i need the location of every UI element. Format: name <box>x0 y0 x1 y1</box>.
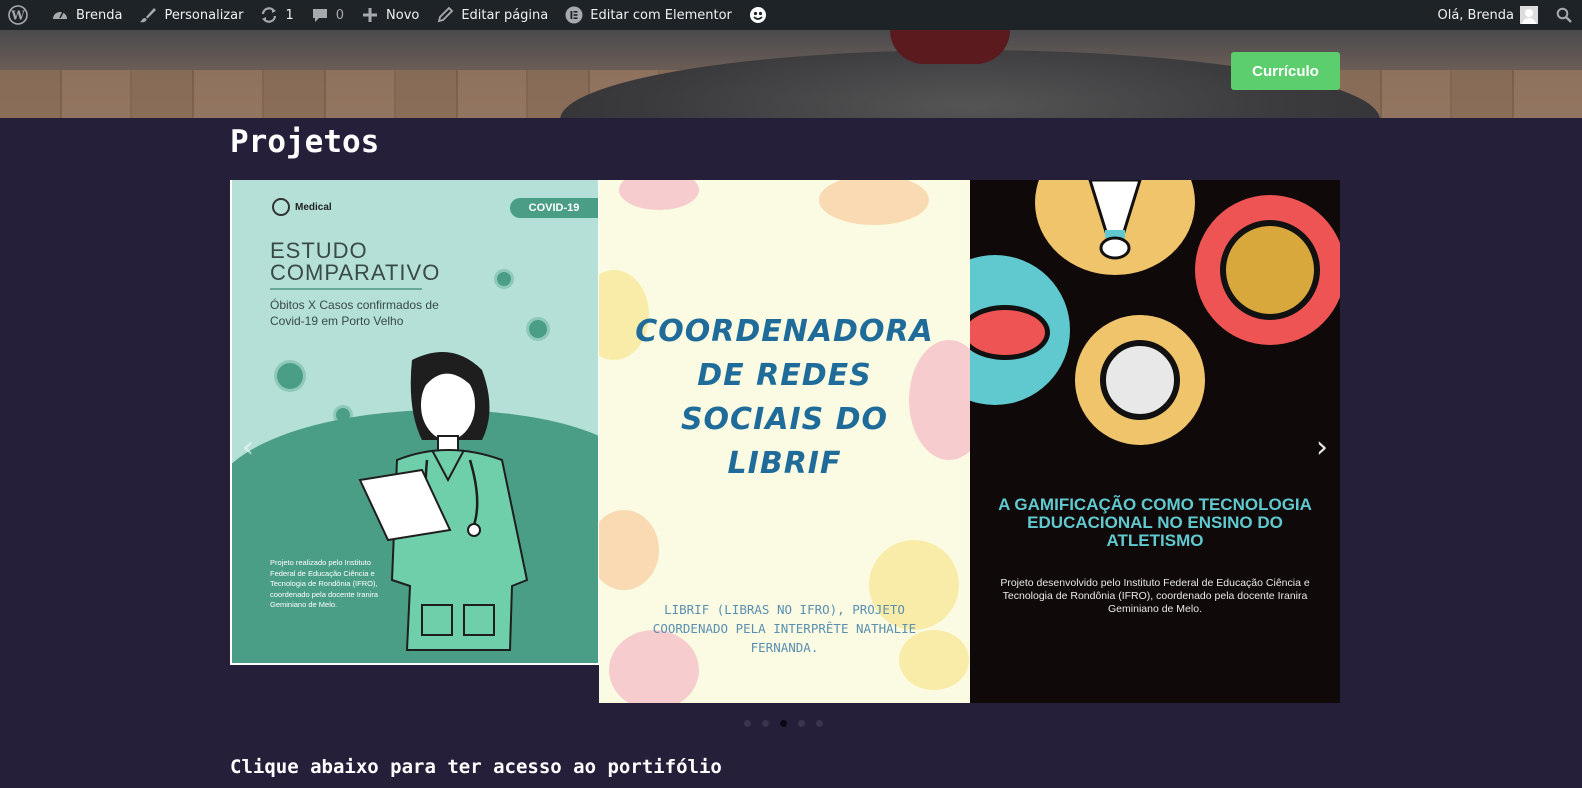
carousel-pagination <box>744 720 823 727</box>
hero-banner <box>0 30 1582 118</box>
edit-page-label: Editar página <box>461 7 549 23</box>
smiley-menu[interactable] <box>740 0 782 30</box>
site-name-link[interactable]: Brenda <box>42 0 130 30</box>
elementor-icon <box>564 5 584 25</box>
covid-title-line1: ESTUDO <box>270 238 368 263</box>
heart-icon <box>272 198 290 216</box>
customize-link[interactable]: Personalizar <box>130 0 251 30</box>
my-account-link[interactable]: Olá, Brenda <box>1429 0 1546 30</box>
new-content-link[interactable]: Novo <box>352 0 427 30</box>
carousel-prev-button[interactable]: ‹ <box>242 430 254 465</box>
edit-elementor-label: Editar com Elementor <box>590 7 732 23</box>
hand-print-decoration <box>619 180 699 210</box>
covid-note: Projeto realizado pelo Instituto Federal… <box>270 558 378 609</box>
curriculo-button[interactable]: Currículo <box>1231 52 1340 90</box>
slide-librif[interactable]: COORDENADORA DE REDES SOCIAIS DO LIBRIF … <box>599 180 970 703</box>
nurse-illustration <box>358 352 529 651</box>
search-icon <box>1554 5 1574 25</box>
hero-figure <box>890 30 1010 64</box>
hand-print-decoration <box>819 180 929 225</box>
covid-title-line2: COMPARATIVO <box>270 260 441 285</box>
covid-divider <box>270 288 422 290</box>
brush-icon <box>138 5 158 25</box>
customize-label: Personalizar <box>164 7 244 23</box>
projects-carousel[interactable]: Medical COVID-19 ESTUDO COMPARATIVO Óbit… <box>230 180 1340 703</box>
virus-icon <box>529 320 547 338</box>
plus-icon <box>360 5 380 25</box>
search-button[interactable] <box>1546 0 1582 30</box>
gamificacao-description: Projeto desenvolvido pelo Instituto Fede… <box>1000 577 1310 615</box>
updates-count: 1 <box>285 7 294 23</box>
site-name-label: Brenda <box>76 7 123 23</box>
slide-covid[interactable]: Medical COVID-19 ESTUDO COMPARATIVO Óbit… <box>230 180 600 665</box>
carousel-dot-5[interactable] <box>816 720 823 727</box>
hand-print-decoration <box>599 510 659 590</box>
shuttlecock-shape <box>1088 180 1142 260</box>
comments-count: 0 <box>335 7 345 23</box>
carousel-next-button[interactable]: › <box>1316 430 1328 465</box>
soccer-ball-inner <box>1220 220 1320 320</box>
greeting-label: Olá, Brenda <box>1437 7 1514 23</box>
comment-icon <box>310 5 330 25</box>
portfolio-cta: Clique abaixo para ter acesso ao portifó… <box>230 756 722 778</box>
section-title: Projetos <box>230 124 380 160</box>
carousel-dot-4[interactable] <box>798 720 805 727</box>
edit-page-link[interactable]: Editar página <box>427 0 556 30</box>
baseball-shape <box>1100 340 1180 420</box>
avatar <box>1520 6 1538 24</box>
covid-subtitle: Óbitos X Casos confirmados de Covid-19 e… <box>270 298 439 328</box>
librif-description: LIBRIF (LIBRAS NO IFRO), PROJETO COORDEN… <box>652 602 917 655</box>
virus-icon <box>277 363 303 389</box>
edit-elementor-link[interactable]: Editar com Elementor <box>556 0 740 30</box>
carousel-dot-1[interactable] <box>744 720 751 727</box>
refresh-icon <box>259 5 279 25</box>
covid-badge: COVID-19 <box>510 198 598 218</box>
comments-link[interactable]: 0 <box>302 0 352 30</box>
carousel-dot-3[interactable] <box>780 720 787 727</box>
dashboard-icon <box>50 5 70 25</box>
gamificacao-title: A GAMIFICAÇÃO COMO TECNOLOGIA EDUCACIONA… <box>998 495 1312 550</box>
admin-bar: W Brenda Personalizar 1 0 Novo Editar pá… <box>0 0 1582 30</box>
slide-gamificacao[interactable]: A GAMIFICAÇÃO COMO TECNOLOGIA EDUCACIONA… <box>970 180 1340 703</box>
virus-icon <box>497 272 511 286</box>
chevron-right-icon: › <box>1316 430 1328 465</box>
smiley-icon <box>748 5 768 25</box>
librif-title: COORDENADORA DE REDES SOCIAIS DO LIBRIF <box>635 314 934 481</box>
updates-link[interactable]: 1 <box>251 0 301 30</box>
covid-brand: Medical <box>272 198 332 216</box>
covid-title: ESTUDO COMPARATIVO <box>270 240 470 284</box>
carousel-dot-2[interactable] <box>762 720 769 727</box>
svg-text:W: W <box>10 9 25 23</box>
pencil-icon <box>435 5 455 25</box>
wordpress-icon: W <box>8 5 28 25</box>
chevron-left-icon: ‹ <box>242 430 254 465</box>
new-label: Novo <box>386 7 420 23</box>
wordpress-menu[interactable]: W <box>0 0 42 30</box>
covid-brand-label: Medical <box>295 201 332 213</box>
virus-icon <box>336 408 350 422</box>
